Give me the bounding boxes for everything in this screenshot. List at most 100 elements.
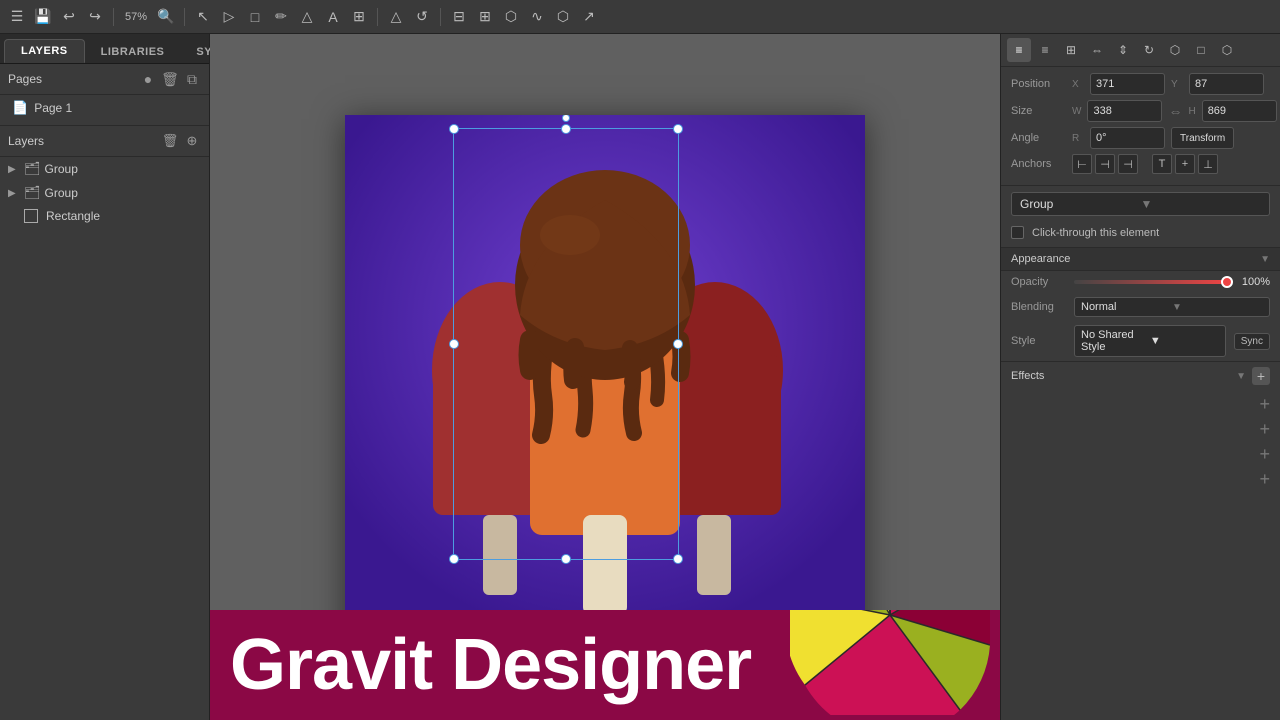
- x-input[interactable]: [1090, 73, 1165, 95]
- distribute-icon[interactable]: ⊞: [1059, 38, 1083, 62]
- sync-button[interactable]: Sync: [1234, 333, 1270, 350]
- top-toolbar: ☰ 💾 ↩ ↪ 57% 🔍 ↖ ▷ □ ✏ △ A ⊞ △ ↺ ⊟ ⊞ ⬡ ∿ …: [0, 0, 1280, 34]
- sep3: [377, 8, 378, 26]
- select-tool-icon[interactable]: ↖: [192, 6, 214, 28]
- add-effect-2-btn[interactable]: +: [1259, 419, 1270, 440]
- anchor-mid-v[interactable]: +: [1175, 154, 1195, 174]
- add-effect-1-btn[interactable]: +: [1259, 394, 1270, 415]
- effects-label: Effects: [1011, 370, 1236, 382]
- effects-header: Effects ▼ +: [1001, 361, 1280, 390]
- align-icon[interactable]: ⊟: [448, 6, 470, 28]
- layers-label: Layers: [8, 134, 161, 148]
- x-label: X: [1072, 79, 1084, 90]
- tab-layers[interactable]: LAYERS: [4, 39, 85, 63]
- anchor-right[interactable]: ⊣: [1118, 154, 1138, 174]
- flip-v-icon[interactable]: ⇕: [1111, 38, 1135, 62]
- zoom-in-icon[interactable]: 🔍: [155, 6, 177, 28]
- blending-label: Blending: [1011, 301, 1066, 313]
- add-effect-3-btn[interactable]: +: [1259, 444, 1270, 465]
- tab-libraries[interactable]: LIBRARIES: [85, 41, 181, 63]
- link-icon[interactable]: ⇔: [1168, 103, 1182, 119]
- expand-arrow-1: ▶: [8, 164, 20, 175]
- export-icon[interactable]: ↗: [578, 6, 600, 28]
- align-center-icon[interactable]: ≡: [1033, 38, 1057, 62]
- redo-icon[interactable]: ↪: [84, 6, 106, 28]
- position-section: Position X Y Size W ⇔ H Angle R Transfor…: [1001, 67, 1280, 186]
- text-tool-icon[interactable]: A: [322, 6, 344, 28]
- mask-icon[interactable]: ⬡: [500, 6, 522, 28]
- transform-button[interactable]: Transform: [1171, 127, 1234, 149]
- appearance-header: Appearance ▼: [1001, 247, 1280, 271]
- boolean-subtract-icon[interactable]: ↺: [411, 6, 433, 28]
- style-label: Style: [1011, 335, 1066, 347]
- style-select[interactable]: No Shared Style ▼: [1074, 325, 1226, 357]
- page-name: Page 1: [34, 101, 72, 115]
- delete-page-icon[interactable]: 🗑: [161, 70, 179, 88]
- h-input[interactable]: [1202, 100, 1277, 122]
- appearance-arrow[interactable]: ▼: [1260, 254, 1270, 265]
- layers-header: Layers 🗑 ⊕: [0, 125, 209, 157]
- triangle-tool-icon[interactable]: △: [296, 6, 318, 28]
- angle-row: Angle R Transform: [1011, 127, 1270, 149]
- image-tool-icon[interactable]: ⊞: [348, 6, 370, 28]
- click-through-checkbox[interactable]: [1011, 226, 1024, 239]
- anchor-left[interactable]: ⊢: [1072, 154, 1092, 174]
- anchor-center[interactable]: ⊣: [1095, 154, 1115, 174]
- w-input[interactable]: [1087, 100, 1162, 122]
- effects-list: + + + +: [1001, 390, 1280, 494]
- save-icon[interactable]: 💾: [32, 6, 54, 28]
- path-icon[interactable]: ∿: [526, 6, 548, 28]
- align-left-icon[interactable]: ≡: [1007, 38, 1031, 62]
- element-type-label: Group: [1020, 197, 1141, 211]
- page-doc-icon: 📄: [12, 100, 28, 116]
- undo-icon[interactable]: ↩: [58, 6, 80, 28]
- page-item[interactable]: 📄 Page 1: [0, 95, 209, 121]
- layer-rectangle[interactable]: Rectangle: [0, 205, 209, 227]
- bool-icon[interactable]: □: [1189, 38, 1213, 62]
- extra-icon[interactable]: ⬡: [552, 6, 574, 28]
- layer-group-1[interactable]: ▶ 🗂 Group: [0, 157, 209, 181]
- element-type-dropdown[interactable]: Group ▼: [1011, 192, 1270, 216]
- effects-arrow[interactable]: ▼: [1236, 371, 1246, 382]
- sep2: [184, 8, 185, 26]
- canvas-frame[interactable]: [345, 115, 865, 640]
- pen-tool-icon[interactable]: ✏: [270, 6, 292, 28]
- zoom-level[interactable]: 57%: [121, 11, 151, 23]
- bottom-banner: Gravit Designer: [210, 610, 1000, 720]
- pages-controls: ● 🗑 ⧉: [139, 70, 201, 88]
- pages-header: Pages ● 🗑 ⧉: [0, 64, 209, 95]
- path-icon-r[interactable]: ⬡: [1215, 38, 1239, 62]
- arrange-icon[interactable]: ⬡: [1163, 38, 1187, 62]
- add-layer-icon[interactable]: ⊕: [183, 132, 201, 150]
- flip-h-icon[interactable]: ⇔: [1085, 38, 1109, 62]
- angle-input[interactable]: [1090, 127, 1165, 149]
- add-effect-button[interactable]: +: [1252, 367, 1270, 385]
- y-input[interactable]: [1189, 73, 1264, 95]
- sep1: [113, 8, 114, 26]
- layer-rect-name: Rectangle: [46, 209, 201, 223]
- effect-row-1: +: [1011, 392, 1270, 417]
- shape-tool-icon[interactable]: □: [244, 6, 266, 28]
- style-value: No Shared Style: [1081, 329, 1150, 353]
- boolean-union-icon[interactable]: △: [385, 6, 407, 28]
- blending-select[interactable]: Normal ▼: [1074, 297, 1270, 317]
- w-label: W: [1072, 106, 1081, 117]
- layer-group-2[interactable]: ▶ 🗂 Group: [0, 181, 209, 205]
- pages-label: Pages: [8, 72, 139, 86]
- duplicate-page-icon[interactable]: ⧉: [183, 70, 201, 88]
- add-effect-4-btn[interactable]: +: [1259, 469, 1270, 490]
- opacity-slider[interactable]: [1074, 280, 1227, 284]
- grid-icon[interactable]: ⊞: [474, 6, 496, 28]
- style-arrow: ▼: [1150, 335, 1219, 347]
- effect-row-3: +: [1011, 442, 1270, 467]
- position-label: Position: [1011, 78, 1066, 90]
- rotate-icon[interactable]: ↻: [1137, 38, 1161, 62]
- menu-icon[interactable]: ☰: [6, 6, 28, 28]
- rect-icon: [24, 209, 38, 223]
- cursor-tool-icon[interactable]: ▷: [218, 6, 240, 28]
- anchor-top[interactable]: T: [1152, 154, 1172, 174]
- anchor-bottom[interactable]: ⊥: [1198, 154, 1218, 174]
- angle-label: Angle: [1011, 132, 1066, 144]
- delete-layer-icon[interactable]: 🗑: [161, 132, 179, 150]
- page-dot-icon: ●: [139, 70, 157, 88]
